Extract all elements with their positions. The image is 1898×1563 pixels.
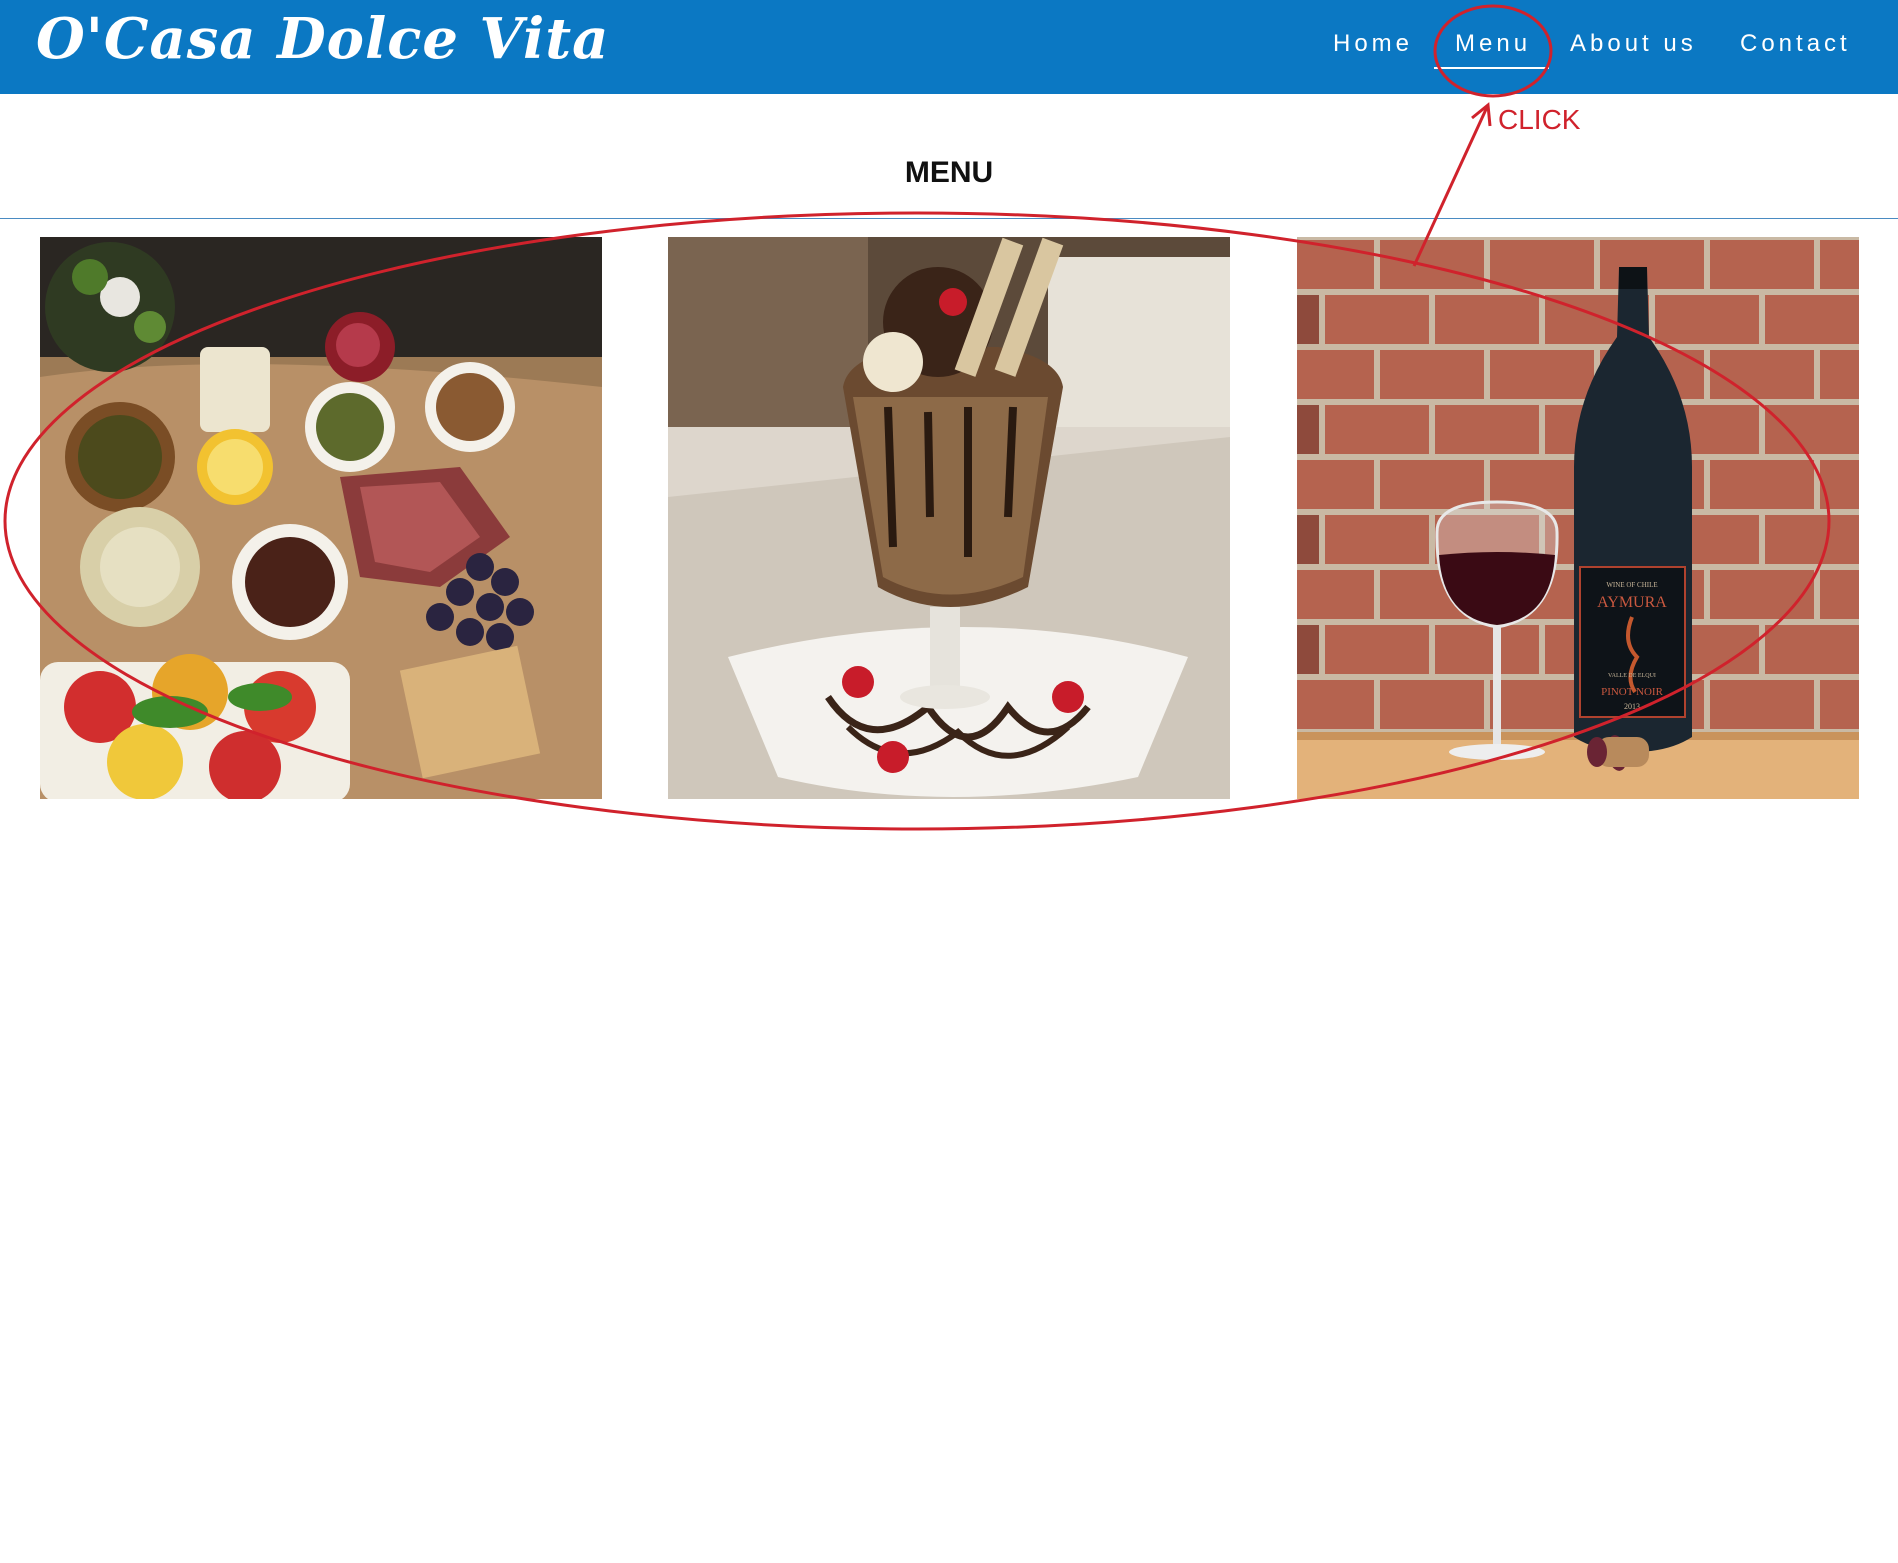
nav-item-about-us[interactable]: About us — [1570, 30, 1697, 58]
nav-item-home[interactable]: Home — [1333, 30, 1413, 58]
annotation-arrowhead — [1471, 102, 1492, 127]
site-logo[interactable]: O'Casa Dolce Vita — [36, 6, 609, 72]
wine-image: WINE OF CHILE AYMURA VALLE DE ELQUI PINO… — [1297, 237, 1859, 799]
section-divider — [0, 218, 1898, 219]
dessert-image — [668, 237, 1230, 799]
wine-label-variety: PINOT NOIR — [1601, 686, 1663, 698]
menu-photo-dessert[interactable] — [668, 237, 1230, 799]
click-annotation-label: CLICK — [1498, 104, 1581, 135]
nav-item-menu[interactable]: Menu — [1455, 30, 1531, 58]
wine-label-region: VALLE DE ELQUI — [1608, 673, 1656, 679]
site-header: O'Casa Dolce Vita Home Menu About us Con… — [0, 0, 1898, 94]
menu-photo-wine[interactable]: WINE OF CHILE AYMURA VALLE DE ELQUI PINO… — [1297, 237, 1859, 799]
menu-photo-antipasti[interactable] — [40, 237, 602, 799]
page-title: MENU — [904, 156, 994, 190]
antipasti-image — [40, 237, 602, 799]
wine-label-brand: AYMURA — [1597, 594, 1667, 611]
nav-item-contact[interactable]: Contact — [1740, 30, 1851, 58]
nav-active-underline — [1434, 67, 1549, 69]
page: O'Casa Dolce Vita Home Menu About us Con… — [0, 0, 1898, 1563]
wine-label-year: 2013 — [1624, 702, 1640, 711]
wine-label-top: WINE OF CHILE — [1606, 581, 1657, 589]
